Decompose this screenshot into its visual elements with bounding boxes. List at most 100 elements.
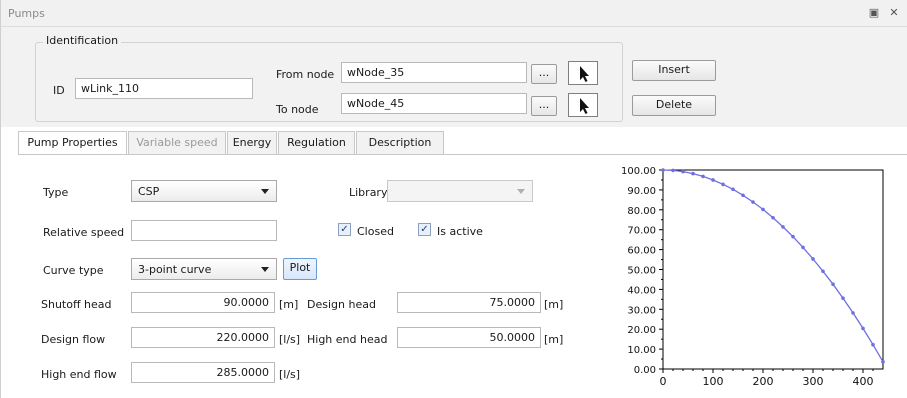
pump-curve-point — [681, 169, 685, 174]
chevron-down-icon — [261, 189, 269, 194]
from-node-browse-button[interactable]: ... — [531, 64, 557, 84]
to-node-browse-button[interactable]: ... — [531, 96, 557, 116]
tab-pump-properties[interactable]: Pump Properties — [18, 131, 127, 156]
pump-curve-chart: 0.00 10.00 20.00 30.00 40.00 50.00 60.00 70.00 8… — [621, 166, 885, 388]
tab-description[interactable]: Description — [356, 131, 444, 155]
curve-type-label: Curve type — [43, 264, 104, 277]
high-end-flow-input[interactable]: 285.0000 — [131, 362, 275, 383]
is-active-label: Is active — [437, 225, 483, 238]
shutoff-head-label: Shutoff head — [41, 298, 112, 311]
x-tick-label: 100 — [703, 375, 724, 388]
restore-icon[interactable]: ▣ — [867, 6, 881, 20]
plot-area — [662, 169, 884, 370]
closed-label: Closed — [357, 225, 394, 238]
y-tick-label: 70.00 — [627, 226, 656, 237]
cursor-arrow-icon — [580, 66, 589, 82]
pump-curve-point — [821, 269, 825, 274]
to-node-input[interactable]: wNode_45 — [341, 93, 527, 114]
y-tick-label: 40.00 — [627, 285, 656, 296]
closed-checkbox[interactable]: ✓ — [338, 223, 351, 236]
x-tick-label: 0 — [660, 375, 667, 388]
pump-curve-point — [881, 360, 885, 364]
type-label: Type — [43, 186, 69, 199]
pump-curve-point — [691, 171, 695, 176]
relative-speed-label: Relative speed — [43, 226, 125, 239]
chevron-down-icon — [261, 267, 269, 272]
pump-curve-point — [871, 342, 875, 347]
plot-button[interactable]: Plot — [283, 258, 317, 280]
is-active-checkbox[interactable]: ✓ — [418, 223, 431, 236]
y-tick-label: 100.00 — [621, 166, 656, 177]
delete-button[interactable]: Delete — [632, 95, 716, 116]
check-icon: ✓ — [340, 224, 349, 235]
design-head-label: Design head — [307, 298, 376, 311]
shutoff-head-unit: [m] — [279, 298, 299, 311]
pump-curve-point — [661, 168, 665, 172]
tab-regulation[interactable]: Regulation — [278, 131, 355, 155]
design-flow-unit: [l/s] — [279, 333, 301, 346]
pump-curve-point — [771, 215, 775, 220]
high-end-head-input[interactable]: 50.0000 — [397, 327, 541, 348]
close-icon[interactable]: ✕ — [887, 6, 901, 20]
check-icon: ✓ — [420, 224, 429, 235]
x-tick-label: 200 — [753, 375, 774, 388]
high-end-flow-label: High end flow — [41, 368, 117, 381]
id-label: ID — [53, 84, 65, 97]
from-node-input[interactable]: wNode_35 — [341, 62, 527, 83]
type-select[interactable]: CSP — [131, 180, 277, 202]
design-head-input[interactable]: 75.0000 — [397, 292, 541, 313]
y-tick-label: 30.00 — [627, 305, 656, 316]
to-node-pick-button[interactable] — [568, 93, 598, 117]
tab-energy[interactable]: Energy — [227, 131, 277, 155]
y-tick-label: 80.00 — [627, 206, 656, 217]
pump-curve-point — [831, 282, 835, 287]
y-tick-label: 50.00 — [627, 266, 656, 277]
title-bar: Pumps ▣ ✕ — [1, 0, 907, 27]
pumps-window: Pumps ▣ ✕ Identification ID wLink_110 Fr… — [0, 0, 907, 398]
library-select[interactable] — [387, 180, 533, 202]
high-end-head-unit: [m] — [544, 333, 564, 346]
pump-curve-point — [731, 187, 735, 192]
pump-curve-point — [741, 193, 745, 198]
cursor-arrow-icon — [580, 98, 589, 114]
pump-curve-point — [791, 234, 795, 239]
pump-curve-point — [751, 200, 755, 204]
high-end-head-label: High end head — [307, 333, 388, 346]
y-tick-label: 90.00 — [627, 186, 656, 197]
x-tick-label: 300 — [803, 375, 824, 388]
insert-button[interactable]: Insert — [632, 60, 716, 81]
pump-curve-point — [721, 182, 725, 187]
high-end-flow-unit: [l/s] — [279, 368, 301, 381]
id-input[interactable]: wLink_110 — [75, 78, 253, 99]
x-tick-label: 400 — [853, 375, 874, 388]
design-flow-label: Design flow — [41, 333, 106, 346]
window-title: Pumps — [8, 7, 45, 20]
pump-curve-point — [811, 257, 815, 261]
y-tick-label: 0.00 — [634, 365, 656, 376]
library-label: Library — [349, 186, 388, 199]
pump-curve-point — [711, 178, 715, 182]
from-node-label: From node — [276, 68, 335, 81]
pump-curve-point — [671, 168, 675, 173]
to-node-label: To node — [276, 103, 319, 116]
pump-curve-point — [761, 207, 765, 212]
y-tick-label: 10.00 — [627, 345, 656, 356]
pump-curve-point — [841, 296, 845, 300]
type-select-value: CSP — [138, 185, 160, 198]
pump-curve-point — [861, 326, 865, 331]
pump-curve-point — [701, 174, 705, 179]
pump-curve-point — [781, 225, 785, 229]
shutoff-head-input[interactable]: 90.0000 — [131, 292, 275, 313]
tab-variable-speed[interactable]: Variable speed — [128, 131, 226, 155]
relative-speed-input[interactable] — [131, 220, 277, 241]
design-head-unit: [m] — [544, 298, 564, 311]
identification-legend: Identification — [43, 34, 122, 47]
design-flow-input[interactable]: 220.0000 — [131, 327, 275, 348]
y-tick-label: 60.00 — [627, 246, 656, 257]
curve-type-select[interactable]: 3-point curve — [131, 258, 277, 280]
chevron-down-icon — [517, 189, 525, 194]
pump-curve-point — [851, 311, 855, 315]
from-node-pick-button[interactable] — [568, 61, 598, 85]
y-tick-label: 20.00 — [627, 325, 656, 336]
pump-curve-point — [801, 245, 805, 250]
